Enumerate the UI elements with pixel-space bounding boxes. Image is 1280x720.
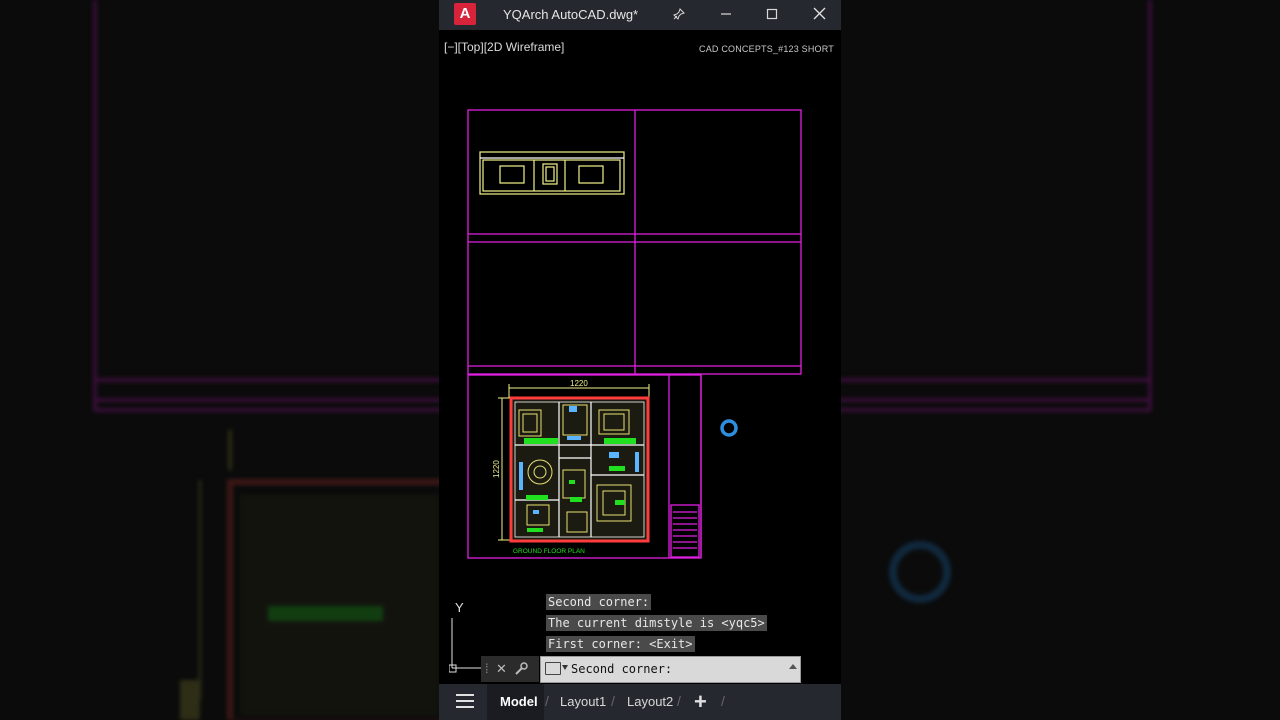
tab-layout1[interactable]: Layout1 — [560, 694, 606, 709]
command-line-tools: ⁞ ✕ — [481, 656, 539, 682]
ucs-y-label: Y — [455, 600, 464, 615]
drawing-canvas[interactable]: 1220 1220 GROUND FLOOR PLAN — [439, 0, 841, 720]
chevron-up-icon[interactable] — [789, 664, 797, 669]
chevron-down-icon[interactable] — [562, 665, 568, 670]
menu-icon[interactable] — [456, 694, 474, 712]
elevation-drawing — [479, 151, 625, 195]
command-history-line: First corner: <Exit> — [546, 636, 695, 652]
dimension-vertical: 1220 — [492, 460, 501, 478]
command-history-line: The current dimstyle is <yqc5> — [546, 615, 767, 631]
terminal-icon[interactable] — [545, 662, 561, 675]
cursor-indicator — [720, 419, 738, 437]
autocad-window: A YQArch AutoCAD.dwg* [−][Top][2D Wirefr… — [439, 0, 841, 720]
layout-tab-bar: Model / Layout1 / Layout2 / + / — [439, 684, 841, 720]
command-line-bar: ⁞ ✕ — [481, 656, 801, 683]
command-history-line: Second corner: — [546, 594, 652, 610]
close-icon[interactable]: ✕ — [496, 661, 507, 677]
wrench-icon[interactable] — [513, 661, 529, 680]
plan-title: GROUND FLOOR PLAN — [513, 548, 585, 555]
dimension-horizontal: 1220 — [570, 379, 588, 388]
sheet-frame-top — [467, 109, 802, 375]
tab-model[interactable]: Model — [500, 694, 538, 709]
drag-handle-icon[interactable]: ⁞ — [485, 661, 489, 676]
tab-layout2[interactable]: Layout2 — [627, 694, 673, 709]
command-input-field[interactable] — [540, 656, 801, 683]
add-layout-button[interactable]: + — [694, 689, 707, 715]
command-input[interactable] — [571, 660, 781, 678]
ground-floor-plan: GROUND FLOOR PLAN — [509, 396, 650, 555]
